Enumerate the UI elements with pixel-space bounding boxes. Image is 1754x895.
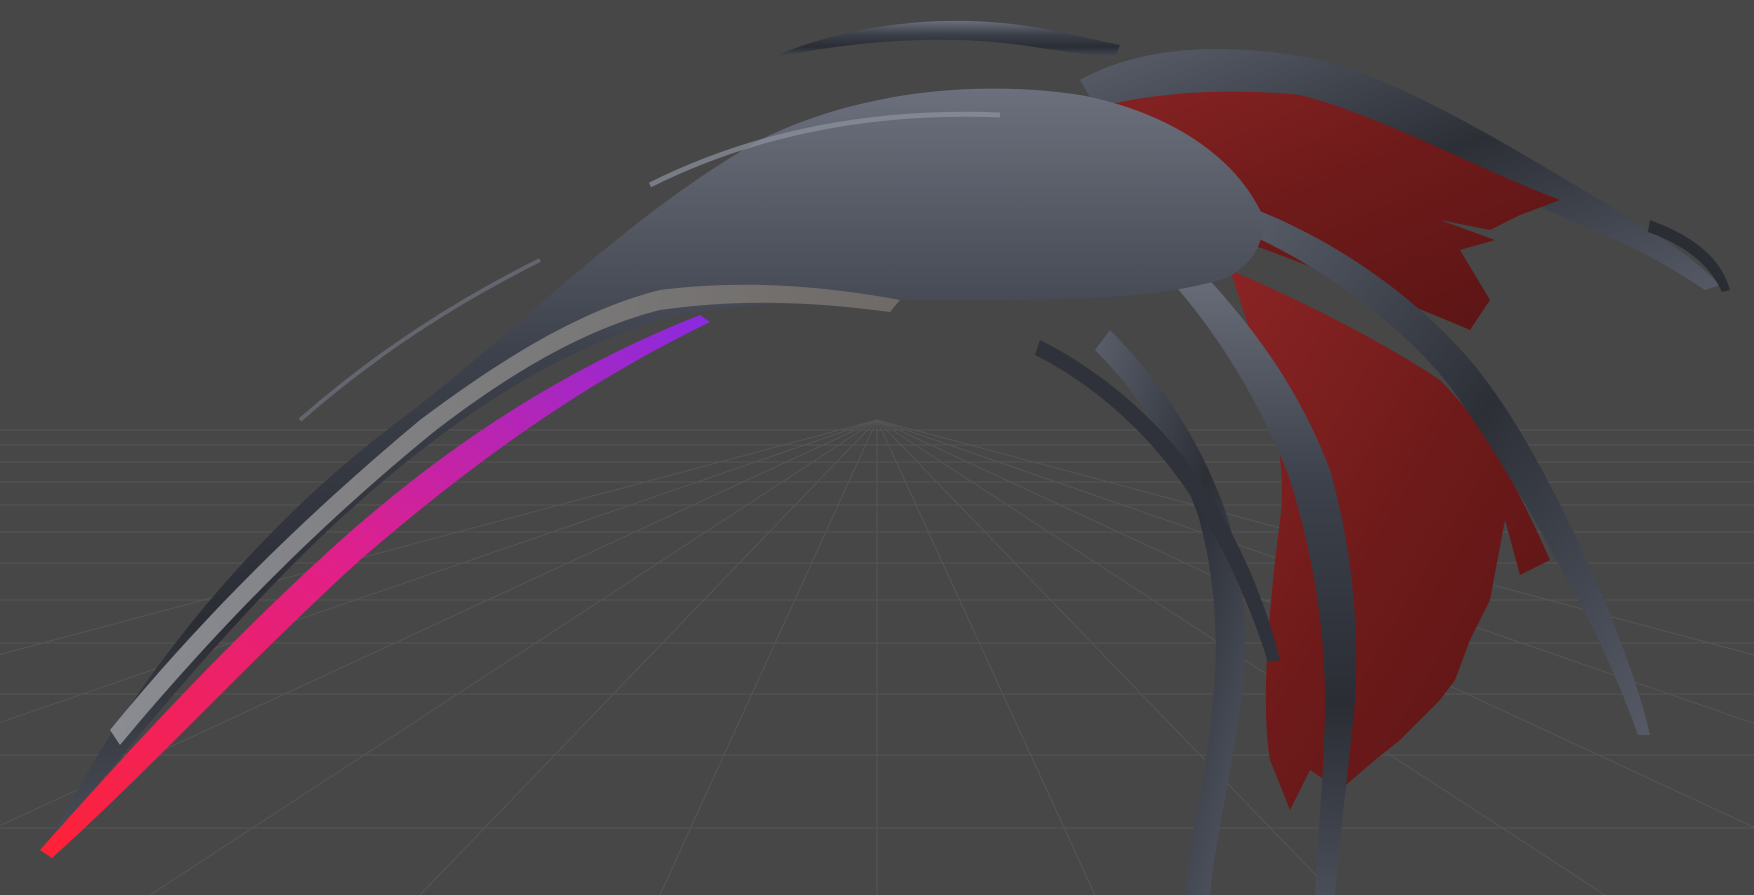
wing-finger-3 — [1095, 330, 1245, 895]
3d-viewport[interactable] — [0, 0, 1754, 895]
glowing-edge — [40, 315, 710, 858]
blade-body — [45, 88, 1263, 851]
membrane-lower — [1230, 270, 1550, 810]
top-spike — [770, 20, 1120, 58]
scene-canvas — [0, 20, 1754, 895]
